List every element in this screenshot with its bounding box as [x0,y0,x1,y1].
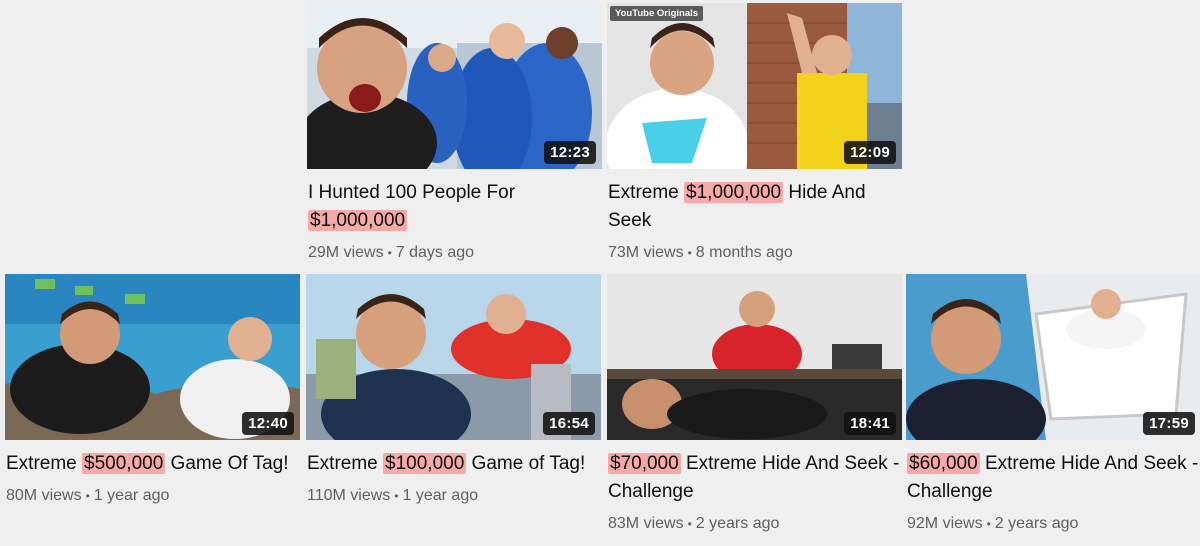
video-title[interactable]: $70,000 Extreme Hide And Seek - Challeng… [607,450,902,506]
title-text: Extreme [307,453,384,474]
title-text: Game of Tag! [466,453,586,474]
view-count: 110M views [307,487,391,504]
video-duration: 16:54 [543,412,595,435]
separator: • [986,517,991,531]
video-duration: 12:40 [242,412,294,435]
title-text: I Hunted 100 People For [308,182,516,203]
title-highlight: $70,000 [608,453,681,474]
video-title[interactable]: Extreme $100,000 Game of Tag! [306,450,601,478]
video-duration: 18:41 [844,412,896,435]
video-thumbnail[interactable]: 12:40 [5,274,300,440]
video-thumbnail[interactable]: 18:41 [607,274,902,440]
upload-age: 7 days ago [395,244,475,261]
separator: • [85,489,90,503]
title-highlight: $100,000 [383,453,467,474]
title-highlight: $500,000 [82,453,166,474]
separator: • [687,246,692,260]
video-title[interactable]: Extreme $1,000,000 Hide And Seek [607,179,902,235]
video-card[interactable]: 12:23 I Hunted 100 People For $1,000,000… [307,3,602,262]
view-count: 92M views [907,515,983,532]
separator: • [394,489,399,503]
view-count: 80M views [6,487,82,504]
youtube-originals-badge: YouTube Originals [610,6,704,21]
video-thumbnail[interactable]: YouTube Originals 12:09 [607,3,902,169]
video-thumbnail[interactable]: 16:54 [306,274,601,440]
upload-age: 1 year ago [93,487,170,504]
video-metadata: 83M views • 2 years ago [607,515,902,533]
video-card[interactable]: 17:59 $60,000 Extreme Hide And Seek - Ch… [906,274,1200,533]
video-thumbnail[interactable]: 17:59 [906,274,1200,440]
video-duration: 17:59 [1143,412,1195,435]
video-card[interactable]: 12:40 Extreme $500,000 Game Of Tag! 80M … [5,274,300,505]
video-title[interactable]: $60,000 Extreme Hide And Seek - Challeng… [906,450,1200,506]
upload-age: 2 years ago [994,515,1079,532]
view-count: 29M views [308,244,384,261]
view-count: 73M views [608,244,684,261]
video-metadata: 92M views • 2 years ago [906,515,1200,533]
separator: • [387,246,392,260]
title-highlight: $1,000,000 [684,182,784,203]
video-title[interactable]: I Hunted 100 People For $1,000,000 [307,179,602,235]
video-metadata: 29M views • 7 days ago [307,244,602,262]
video-card[interactable]: 16:54 Extreme $100,000 Game of Tag! 110M… [306,274,601,505]
title-highlight: $1,000,000 [308,210,408,231]
video-duration: 12:23 [544,141,596,164]
upload-age: 1 year ago [402,487,479,504]
video-metadata: 80M views • 1 year ago [5,487,300,505]
title-text: Extreme [6,453,83,474]
video-title[interactable]: Extreme $500,000 Game Of Tag! [5,450,300,478]
video-metadata: 73M views • 8 months ago [607,244,902,262]
upload-age: 8 months ago [695,244,793,261]
title-highlight: $60,000 [907,453,980,474]
title-text: Extreme [608,182,685,203]
video-card[interactable]: YouTube Originals 12:09 Extreme $1,000,0… [607,3,902,262]
video-duration: 12:09 [844,141,896,164]
video-thumbnail[interactable]: 12:23 [307,3,602,169]
video-metadata: 110M views • 1 year ago [306,487,601,505]
title-text: Game Of Tag! [165,453,289,474]
view-count: 83M views [608,515,684,532]
video-card[interactable]: 18:41 $70,000 Extreme Hide And Seek - Ch… [607,274,902,533]
upload-age: 2 years ago [695,515,780,532]
separator: • [687,517,692,531]
